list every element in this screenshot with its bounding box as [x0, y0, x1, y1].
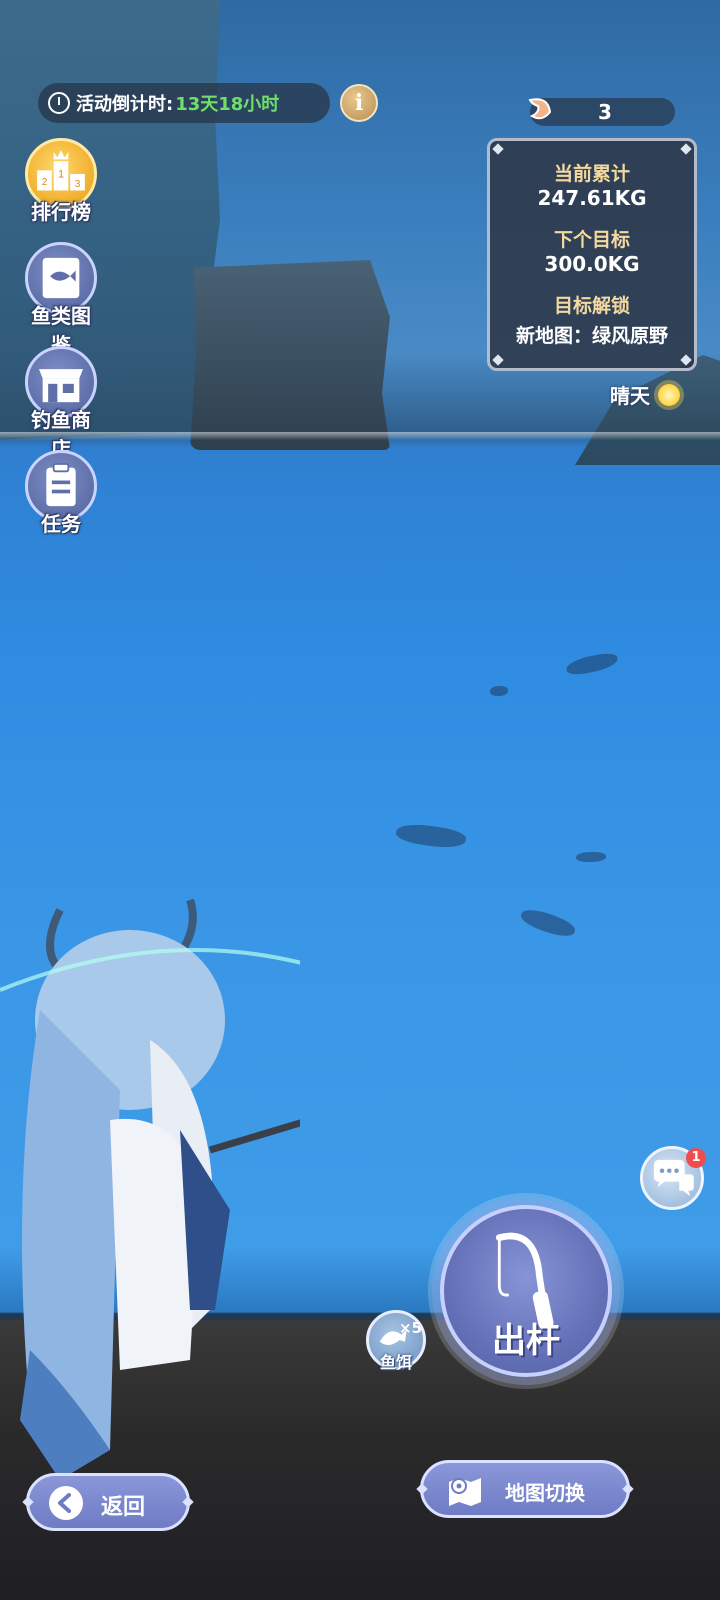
- current-total-value: 247.61KG: [537, 186, 647, 210]
- back-arrow-icon: [49, 1486, 83, 1520]
- cast-rod-label: 出杆: [492, 1321, 560, 1361]
- leaderboard-label: 排行榜: [31, 200, 91, 224]
- map-pin-icon: [445, 1472, 485, 1513]
- svg-text:1: 1: [58, 169, 64, 181]
- bait-counter: 3: [528, 98, 675, 126]
- chat-badge: 1: [686, 1148, 706, 1168]
- back-button[interactable]: 返回: [26, 1473, 190, 1531]
- map-switch-label: 地图切换: [505, 1481, 585, 1505]
- bait-count: 3: [598, 100, 612, 124]
- leaderboard-button[interactable]: 2 1 3 排行榜: [22, 138, 100, 225]
- fish-shadow: [564, 650, 620, 678]
- shrimp-icon: [528, 98, 552, 120]
- weather-label: 晴天: [610, 384, 650, 408]
- bait-button[interactable]: ×5 鱼饵: [366, 1310, 426, 1372]
- svg-text:2: 2: [42, 177, 48, 188]
- fish-guide-button[interactable]: 鱼类图鉴: [22, 242, 100, 358]
- fish-shadow: [576, 852, 606, 862]
- panel-corner: [492, 354, 504, 366]
- fishing-shop-button[interactable]: 钓鱼商店: [22, 346, 100, 462]
- player-character: [0, 898, 300, 1480]
- next-goal-value: 300.0KG: [544, 252, 640, 276]
- panel-corner: [680, 143, 692, 155]
- back-label: 返回: [101, 1495, 146, 1520]
- current-total-label: 当前累计: [553, 163, 630, 185]
- fish-shadow: [518, 904, 578, 942]
- next-goal-label: 下个目标: [553, 229, 630, 251]
- sea-rock-center: [190, 260, 390, 450]
- weather-indicator: 晴天: [610, 380, 680, 409]
- tasks-button[interactable]: 任务: [22, 450, 100, 537]
- bait-label: 鱼饵: [379, 1353, 412, 1372]
- map-switch-button[interactable]: 地图切换: [420, 1460, 630, 1518]
- unlock-value: 新地图：绿风原野: [515, 325, 668, 347]
- cast-rod-button[interactable]: 出杆: [440, 1205, 612, 1377]
- water-horizon: [0, 432, 720, 440]
- tasks-label: 任务: [41, 512, 81, 536]
- sea-rock-right: [575, 355, 720, 465]
- panel-corner: [680, 354, 692, 366]
- sun-icon: [658, 383, 680, 406]
- event-countdown: 活动倒计时: 13天18小时: [38, 83, 330, 123]
- countdown-label: 活动倒计时:: [76, 94, 174, 115]
- fish-shadow: [394, 821, 468, 851]
- fish-shadow: [490, 686, 508, 696]
- countdown-value: 13天18小时: [175, 94, 280, 115]
- weight-progress-panel: 当前累计 247.61KG 下个目标 300.0KG 目标解锁 新地图：绿风原野: [487, 138, 697, 371]
- game-scene: 活动倒计时: 13天18小时 i 2 1 3 排行榜 鱼类图鉴 钓鱼商店 任务 …: [0, 0, 720, 1600]
- bait-multiplier: ×5: [399, 1319, 423, 1337]
- svg-text:3: 3: [75, 179, 81, 190]
- clock-icon: [48, 92, 70, 114]
- unlock-label: 目标解锁: [553, 295, 630, 317]
- panel-corner: [492, 143, 504, 155]
- info-icon[interactable]: i: [340, 84, 378, 122]
